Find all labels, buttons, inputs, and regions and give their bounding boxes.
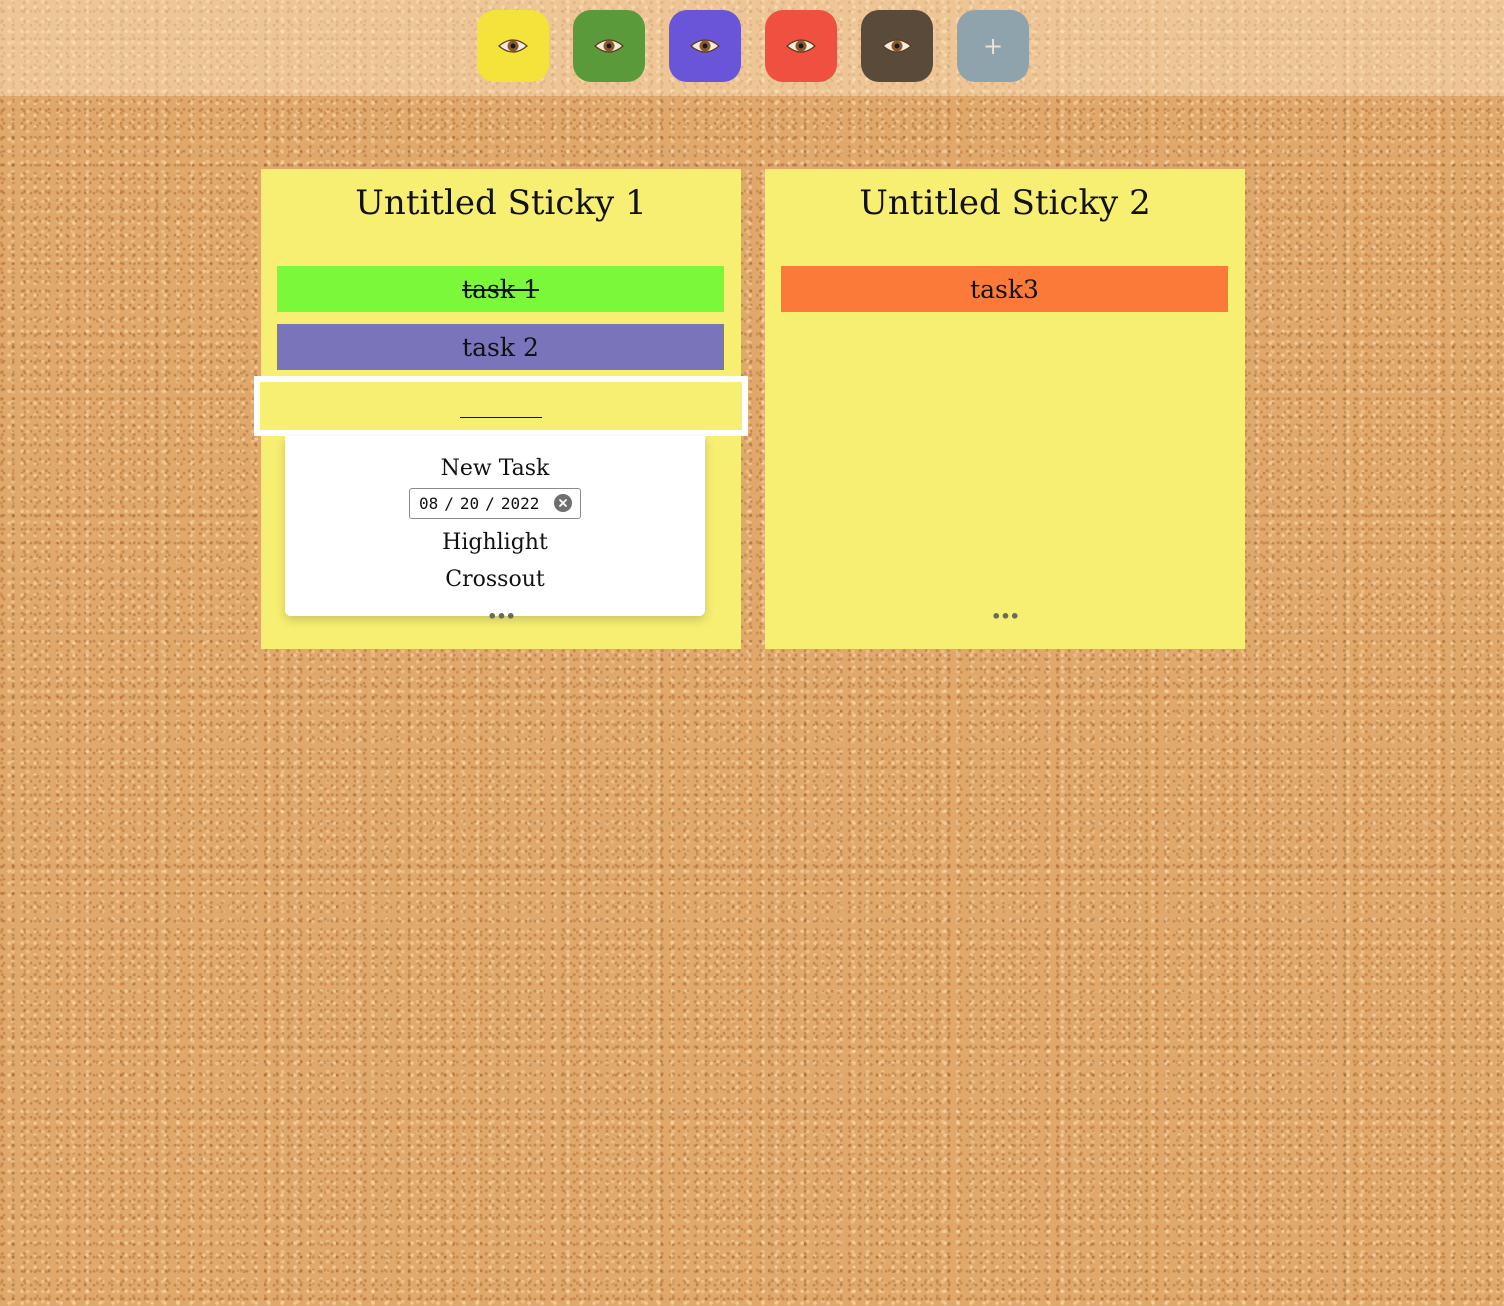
new-task-input[interactable] [460,416,542,418]
date-year[interactable]: 2022 [501,494,540,513]
sticky-title[interactable]: Untitled Sticky 2 [765,186,1245,220]
sticky-tab-red[interactable] [765,10,837,82]
eye-icon [594,36,624,56]
sticky-toolbar: + [0,0,1504,96]
sticky-note-1: Untitled Sticky 1 task 1 task 2 New Task… [254,169,748,649]
eye-icon [498,36,528,56]
sticky-tab-brown[interactable] [861,10,933,82]
more-options-button[interactable]: ••• [765,609,1245,625]
task-item[interactable]: task 2 [277,324,724,370]
task-options-menu: New Task 08 / 20 / 2022 Highlight Crosso… [285,436,705,616]
eye-icon [882,36,912,56]
sticky-title[interactable]: Untitled Sticky 1 [261,186,741,220]
clear-date-icon[interactable] [554,494,572,512]
eye-icon [786,36,816,56]
sticky-tab-purple[interactable] [669,10,741,82]
sticky-note-2: Untitled Sticky 2 task3 ••• [765,169,1245,649]
task-label: task 2 [462,332,539,362]
task-label: task3 [970,274,1039,304]
highlight-menu-item[interactable]: Highlight [285,532,705,554]
new-task-menu-item[interactable]: New Task [285,458,705,480]
task-item[interactable]: task 1 [277,266,724,312]
crossout-menu-item[interactable]: Crossout [285,569,705,591]
plus-icon: + [982,32,1004,60]
sticky-tab-green[interactable] [573,10,645,82]
task-label: task 1 [462,274,539,304]
eye-icon [690,36,720,56]
date-separator: / [444,494,454,513]
date-month[interactable]: 08 [419,494,438,513]
due-date-field[interactable]: 08 / 20 / 2022 [409,488,581,519]
date-day[interactable]: 20 [460,494,479,513]
new-task-input-box[interactable] [254,376,748,436]
sticky-tab-yellow[interactable] [477,10,549,82]
more-options-button[interactable]: ••• [261,609,741,625]
add-sticky-button[interactable]: + [957,10,1029,82]
date-separator: / [485,494,495,513]
task-item[interactable]: task3 [781,266,1228,312]
